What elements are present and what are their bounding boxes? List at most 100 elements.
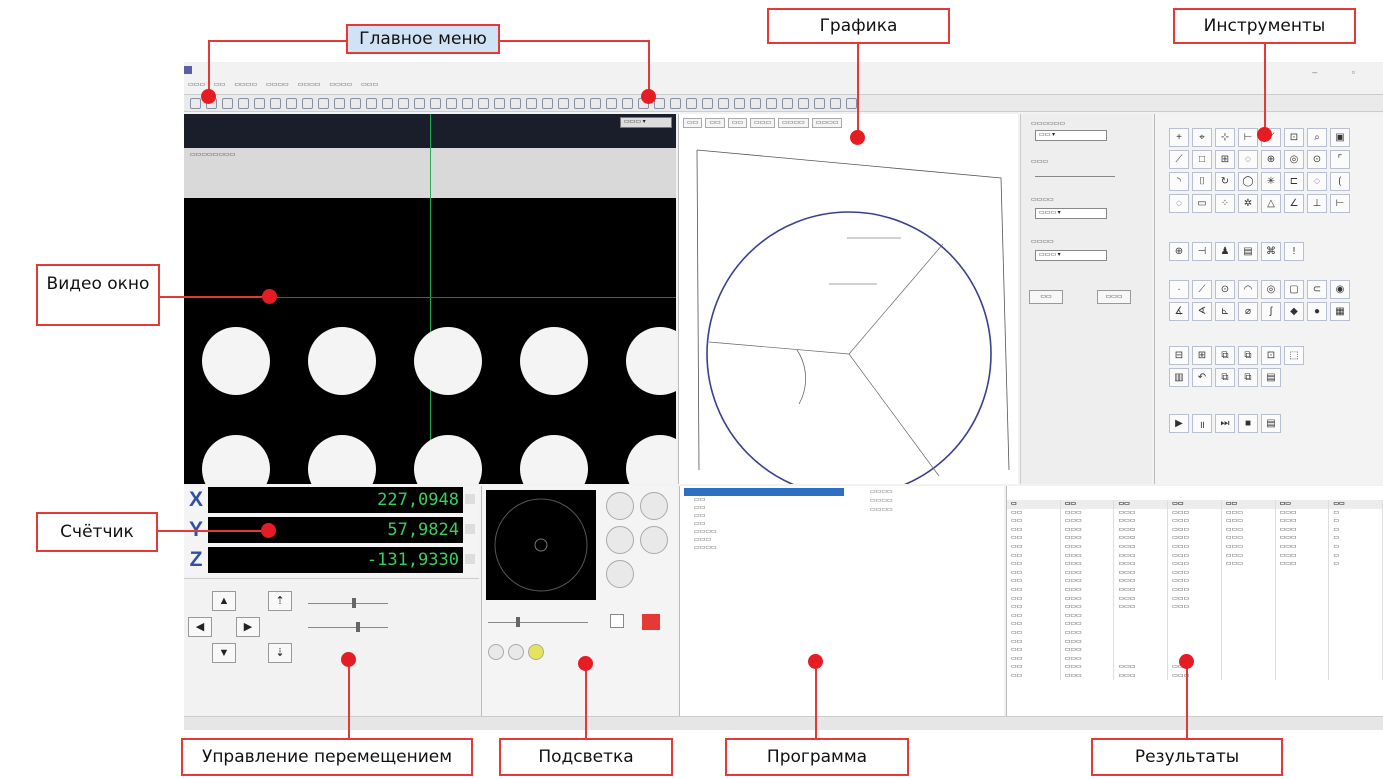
report-icon[interactable]: ▤	[1261, 414, 1281, 433]
results-row[interactable]: ▭▭ ▭▭▭	[1007, 646, 1383, 655]
tool-copy-icon[interactable]: ⧉	[1215, 368, 1235, 387]
tool-point-icon[interactable]: ·	[1169, 280, 1189, 299]
toolbar-tool-icon[interactable]	[222, 97, 233, 109]
tool-crosshair-icon[interactable]: ⊕	[1169, 242, 1189, 261]
tool-copy-icon[interactable]: ⧉	[1215, 346, 1235, 365]
results-row[interactable]: ▭▭ ▭▭▭ ▭▭▭ ▭▭▭	[1007, 568, 1383, 578]
tool-frame-icon[interactable]: ▣	[1330, 128, 1350, 147]
toolbar-tool-icon[interactable]	[318, 97, 329, 109]
toolbar-tool-icon[interactable]	[830, 97, 841, 109]
toolbar-tool-icon[interactable]	[798, 97, 809, 109]
tool-grid-icon[interactable]: ⊞	[1215, 150, 1235, 169]
results-row[interactable]: ▭▭ ▭▭▭ ▭▭▭ ▭▭▭ ▭▭▭ ▭▭▭ ▭	[1007, 534, 1383, 543]
toolbar-tool-icon[interactable]	[782, 97, 793, 109]
tool-undo-icon[interactable]: ↶	[1192, 368, 1212, 387]
contour-light-icon[interactable]	[508, 644, 524, 660]
tool-circle-icon[interactable]: ◎	[1284, 150, 1304, 169]
tool-angle-icon[interactable]: ∢	[1192, 302, 1212, 321]
tool-target-icon[interactable]: ✳	[1261, 172, 1281, 191]
toolbar-tool-icon[interactable]	[286, 97, 297, 109]
light-mode-button[interactable]	[640, 492, 668, 520]
z-zero-button[interactable]	[465, 554, 475, 564]
toolbar-tool-icon[interactable]	[494, 97, 505, 109]
tool-line-icon[interactable]: ⟋	[1192, 280, 1212, 299]
tool-circle-icon[interactable]: ◉	[1330, 280, 1350, 299]
step-slider-knob[interactable]	[356, 622, 360, 632]
tool-link-icon[interactable]: ⌘	[1261, 242, 1281, 261]
program-steps-list[interactable]: ▭▭ ▭▭ ▭▭ ▭▭ ▭▭▭▭ ▭▭▭ ▭▭▭▭	[684, 488, 844, 552]
tool-dashed-circle-icon[interactable]: ◌	[1169, 194, 1189, 213]
tool-bracket-icon[interactable]: ⌷	[1192, 172, 1212, 191]
results-row[interactable]: ▭▭ ▭▭▭	[1007, 620, 1383, 629]
toolbar-tool-icon[interactable]	[430, 97, 441, 109]
toolbar-tool-icon[interactable]	[526, 97, 537, 109]
settings-select[interactable]: ▭▭▭ ▾	[1035, 250, 1107, 261]
move-down-button[interactable]: ▼	[212, 643, 236, 663]
surface-light-icon[interactable]	[488, 644, 504, 660]
tool-bracket-icon[interactable]: ⟮	[1330, 172, 1350, 191]
y-zero-button[interactable]	[465, 524, 475, 534]
tool-copy-icon[interactable]: ⧉	[1238, 368, 1258, 387]
toolbar-tool-icon[interactable]	[510, 97, 521, 109]
results-row[interactable]: ▭▭ ▭▭▭ ▭▭▭ ▭▭▭	[1007, 671, 1383, 681]
results-row[interactable]: ▭▭ ▭▭▭ ▭▭▭ ▭▭▭	[1007, 577, 1383, 586]
tool-circle-icon[interactable]: ⊙	[1307, 150, 1327, 169]
tool-slot-icon[interactable]: ⊂	[1307, 280, 1327, 299]
settings-apply-button[interactable]: ▭▭	[1029, 290, 1063, 304]
settings-default-button[interactable]: ▭▭▭	[1097, 290, 1131, 304]
toolbar-tool-icon[interactable]	[654, 97, 665, 109]
tool-star-icon[interactable]: ✲	[1238, 194, 1258, 213]
tool-table-icon[interactable]: ▤	[1238, 242, 1258, 261]
brightness-knob[interactable]	[516, 617, 520, 627]
toolbar-tool-icon[interactable]	[542, 97, 553, 109]
toolbar-tool-icon[interactable]	[558, 97, 569, 109]
tool-page-icon[interactable]: ⊟	[1169, 346, 1189, 365]
light-mode-button[interactable]	[606, 492, 634, 520]
tool-shape-icon[interactable]: ●	[1307, 302, 1327, 321]
tool-triangle-icon[interactable]: △	[1261, 194, 1281, 213]
tool-curve-icon[interactable]: ʃ	[1261, 302, 1281, 321]
tool-table-icon[interactable]: ▦	[1330, 302, 1350, 321]
z-down-button[interactable]: ⇣	[268, 643, 292, 663]
play-icon[interactable]: ▶	[1169, 414, 1189, 433]
tool-dashed-box-icon[interactable]: ⬚	[1284, 346, 1304, 365]
toolbar-tool-icon[interactable]	[718, 97, 729, 109]
tool-circle-icon[interactable]: ⊙	[1215, 280, 1235, 299]
tool-copy-icon[interactable]: ⧉	[1238, 346, 1258, 365]
toolbar-tool-icon[interactable]	[350, 97, 361, 109]
tool-arc-icon[interactable]: ◝	[1169, 172, 1189, 191]
program-step[interactable]	[684, 488, 844, 496]
tool-curve-icon[interactable]: ↻	[1215, 172, 1235, 191]
tool-point-icon[interactable]: +	[1169, 128, 1189, 147]
settings-select[interactable]: ▭▭▭ ▾	[1035, 208, 1107, 219]
light-mode-button[interactable]	[606, 560, 634, 588]
move-left-button[interactable]: ◀	[188, 617, 212, 637]
tool-arc-icon[interactable]: ◠	[1238, 280, 1258, 299]
toolbar-tool-icon[interactable]	[382, 97, 393, 109]
tool-circle-icon[interactable]: ◎	[1261, 280, 1281, 299]
zoom-select[interactable]: ▭▭▭ ▾	[620, 117, 672, 128]
results-panel[interactable]: ▭ ▭▭ ▭▭ ▭▭ ▭▭ ▭▭ ▭▭ ▭▭ ▭▭▭ ▭▭▭ ▭▭▭ ▭▭▭ ▭▭▭ ▭ ▭▭ ▭▭▭ ▭▭…	[1006, 486, 1383, 716]
tool-corner-icon[interactable]: ⌜	[1330, 150, 1350, 169]
move-up-button[interactable]: ▲	[212, 591, 236, 611]
toolbar-tool-icon[interactable]	[446, 97, 457, 109]
menu-item[interactable]: ▭▭▭	[361, 78, 378, 92]
tool-grid-icon[interactable]: ⊡	[1261, 346, 1281, 365]
menu-item[interactable]: ▭▭▭▭	[266, 78, 289, 92]
toolbar-tool-icon[interactable]	[622, 97, 633, 109]
results-row[interactable]: ▭▭ ▭▭▭ ▭▭▭ ▭▭▭ ▭▭▭ ▭▭▭ ▭	[1007, 517, 1383, 526]
results-row[interactable]: ▭▭ ▭▭▭ ▭▭▭ ▭▭▭ ▭▭▭ ▭▭▭ ▭	[1007, 542, 1383, 552]
tool-edge-icon[interactable]: ⊣	[1192, 242, 1212, 261]
tool-circle-icon[interactable]: ⊕	[1261, 150, 1281, 169]
program-step[interactable]: ▭▭	[684, 496, 844, 504]
tool-angle-icon[interactable]: ∡	[1169, 302, 1189, 321]
tool-edge-icon[interactable]: ⊢	[1330, 194, 1350, 213]
toolbar-tool-icon[interactable]	[766, 97, 777, 109]
toolbar-tool-icon[interactable]	[478, 97, 489, 109]
program-step[interactable]: ▭▭▭	[684, 536, 844, 544]
main-menu-bar[interactable]: ▭▭▭ ▭▭ ▭▭▭▭ ▭▭▭▭ ▭▭▭▭ ▭▭▭▭ ▭▭▭	[184, 78, 1383, 92]
toolbar-tool-icon[interactable]	[734, 97, 745, 109]
toolbar-tool-icon[interactable]	[574, 97, 585, 109]
toolbar-tool-icon[interactable]	[702, 97, 713, 109]
results-row[interactable]: ▭▭ ▭▭▭ ▭▭▭ ▭▭▭ ▭▭▭ ▭▭▭ ▭	[1007, 560, 1383, 569]
